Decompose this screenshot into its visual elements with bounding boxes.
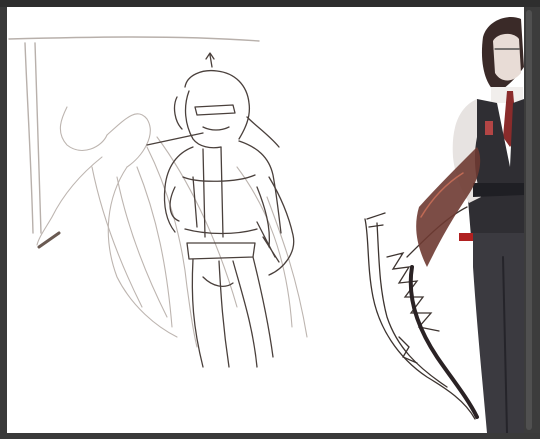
drawing-canvas[interactable]: [7, 7, 524, 433]
colored-character: [408, 17, 524, 433]
frame-line-left: [24, 42, 34, 234]
left-gutter: [0, 7, 7, 439]
stylus-mark: [37, 231, 61, 249]
top-toolbar-strip: [0, 0, 540, 7]
vertical-scrollbar[interactable]: [526, 10, 532, 430]
sketch-artwork: [8, 17, 524, 433]
bottom-strip: [0, 433, 540, 439]
frame-line-top: [8, 36, 260, 42]
drawing-app-window: [0, 0, 540, 439]
